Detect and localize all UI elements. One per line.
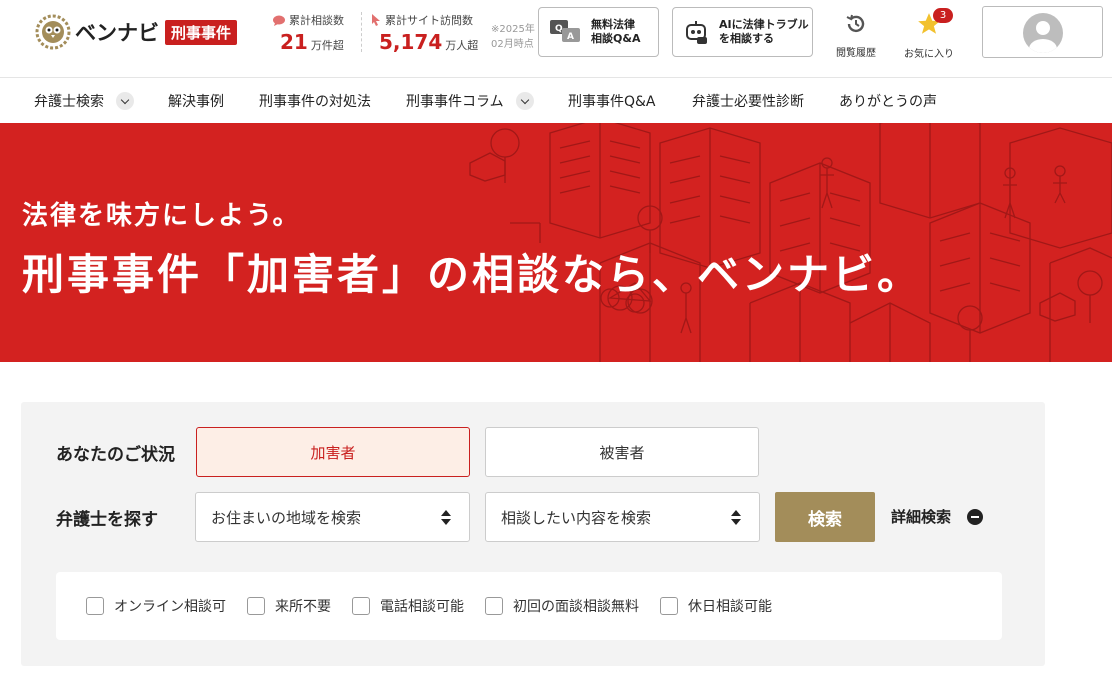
hero-banner: 法律を味方にしよう。 刑事事件「加害者」の相談なら、ベンナビ。 xyxy=(0,123,1112,362)
chevron-down-icon xyxy=(116,91,134,110)
stat-divider xyxy=(361,12,362,52)
stat-label: 累計サイト訪問数 xyxy=(385,14,473,27)
checkbox[interactable] xyxy=(485,597,503,615)
checkbox[interactable] xyxy=(352,597,370,615)
stat-note: ※2025年 02月時点 xyxy=(491,24,535,50)
nav-item-cases[interactable]: 解決事例 xyxy=(168,78,224,123)
detail-search-toggle[interactable]: 詳細検索 xyxy=(891,506,984,527)
stat-number: 5,174 xyxy=(379,30,443,54)
main-nav: 弁護士検索 解決事例 刑事事件の対処法 刑事事件コラム 刑事事件Q&A 弁護士必… xyxy=(0,78,1112,123)
checkbox[interactable] xyxy=(247,597,265,615)
logo-badge: 刑事事件 xyxy=(165,19,238,45)
svg-text:Q: Q xyxy=(555,24,563,34)
svg-text:A: A xyxy=(567,32,574,42)
stat-number: 21 xyxy=(280,30,308,54)
free-legal-qa-button[interactable]: Q A 無料法律 相談Q&A xyxy=(538,7,659,57)
history-icon xyxy=(846,14,865,33)
nav-item-lawyer-search[interactable]: 弁護士検索 xyxy=(34,78,134,123)
logo-text: ベンナビ xyxy=(75,21,159,45)
find-lawyer-label: 弁護士を探す xyxy=(56,510,158,530)
select-arrows-icon xyxy=(441,510,451,526)
site-logo[interactable]: ベンナビ 刑事事件 xyxy=(35,14,238,50)
nav-item-column[interactable]: 刑事事件コラム xyxy=(406,78,534,123)
owl-logo-icon xyxy=(35,14,71,50)
checkbox-first-free[interactable]: 初回の面談相談無料 xyxy=(485,572,639,640)
checkbox-holiday[interactable]: 休日相談可能 xyxy=(660,572,772,640)
filter-checkboxes: オンライン相談可 来所不要 電話相談可能 初回の面談相談無料 休日相談可能 xyxy=(56,572,1002,640)
stat-consultations: 累計相談数 21 万件超 xyxy=(273,12,344,54)
stat-unit: 万人超 xyxy=(445,39,479,52)
topic-select[interactable]: 相談したい内容を検索 xyxy=(485,492,760,542)
speech-bubble-icon xyxy=(273,15,285,26)
hero-subtitle: 法律を味方にしよう。 xyxy=(22,201,301,231)
situation-label: あなたのご状況 xyxy=(56,445,175,465)
stat-label: 累計相談数 xyxy=(289,14,344,27)
select-arrows-icon xyxy=(731,510,741,526)
favorites-link[interactable]: 3 お気に入り xyxy=(899,8,959,60)
checkbox-online[interactable]: オンライン相談可 xyxy=(86,572,226,640)
chevron-down-icon xyxy=(515,91,534,110)
checkbox[interactable] xyxy=(86,597,104,615)
minus-circle-icon xyxy=(967,508,984,525)
user-menu-button[interactable] xyxy=(982,6,1103,58)
cursor-icon xyxy=(372,14,380,26)
hero-title: 刑事事件「加害者」の相談なら、ベンナビ。 xyxy=(22,250,923,299)
qa-chat-icon: Q A xyxy=(550,20,580,42)
situation-option-perpetrator[interactable]: 加害者 xyxy=(196,427,470,477)
site-header: ベンナビ 刑事事件 累計相談数 21 万件超 累計サイト訪問数 5,174 万人超 … xyxy=(0,0,1112,78)
robot-icon xyxy=(686,21,707,44)
lawyer-search-panel: あなたのご状況 加害者 被害者 弁護士を探す お住まいの地域を検索 相談したい内… xyxy=(21,402,1045,666)
checkbox-phone[interactable]: 電話相談可能 xyxy=(352,572,464,640)
user-silhouette-icon xyxy=(1029,21,1057,53)
nav-item-thanks[interactable]: ありがとうの声 xyxy=(839,78,937,123)
nav-item-countermeasures[interactable]: 刑事事件の対処法 xyxy=(259,78,371,123)
stat-visits: 累計サイト訪問数 5,174 万人超 xyxy=(371,12,478,54)
region-select[interactable]: お住まいの地域を検索 xyxy=(195,492,470,542)
favorites-count-badge: 3 xyxy=(933,8,953,23)
nav-item-qa[interactable]: 刑事事件Q&A xyxy=(568,78,656,123)
avatar xyxy=(1023,13,1063,53)
history-link[interactable]: 閲覧履歴 xyxy=(826,8,886,59)
situation-option-victim[interactable]: 被害者 xyxy=(485,427,759,477)
checkbox[interactable] xyxy=(660,597,678,615)
ai-consult-button[interactable]: AIに法律トラブル を相談する xyxy=(672,7,813,57)
nav-item-diagnosis[interactable]: 弁護士必要性診断 xyxy=(692,78,804,123)
search-button[interactable]: 検索 xyxy=(775,492,875,542)
checkbox-no-visit[interactable]: 来所不要 xyxy=(247,572,331,640)
stat-unit: 万件超 xyxy=(310,39,344,52)
